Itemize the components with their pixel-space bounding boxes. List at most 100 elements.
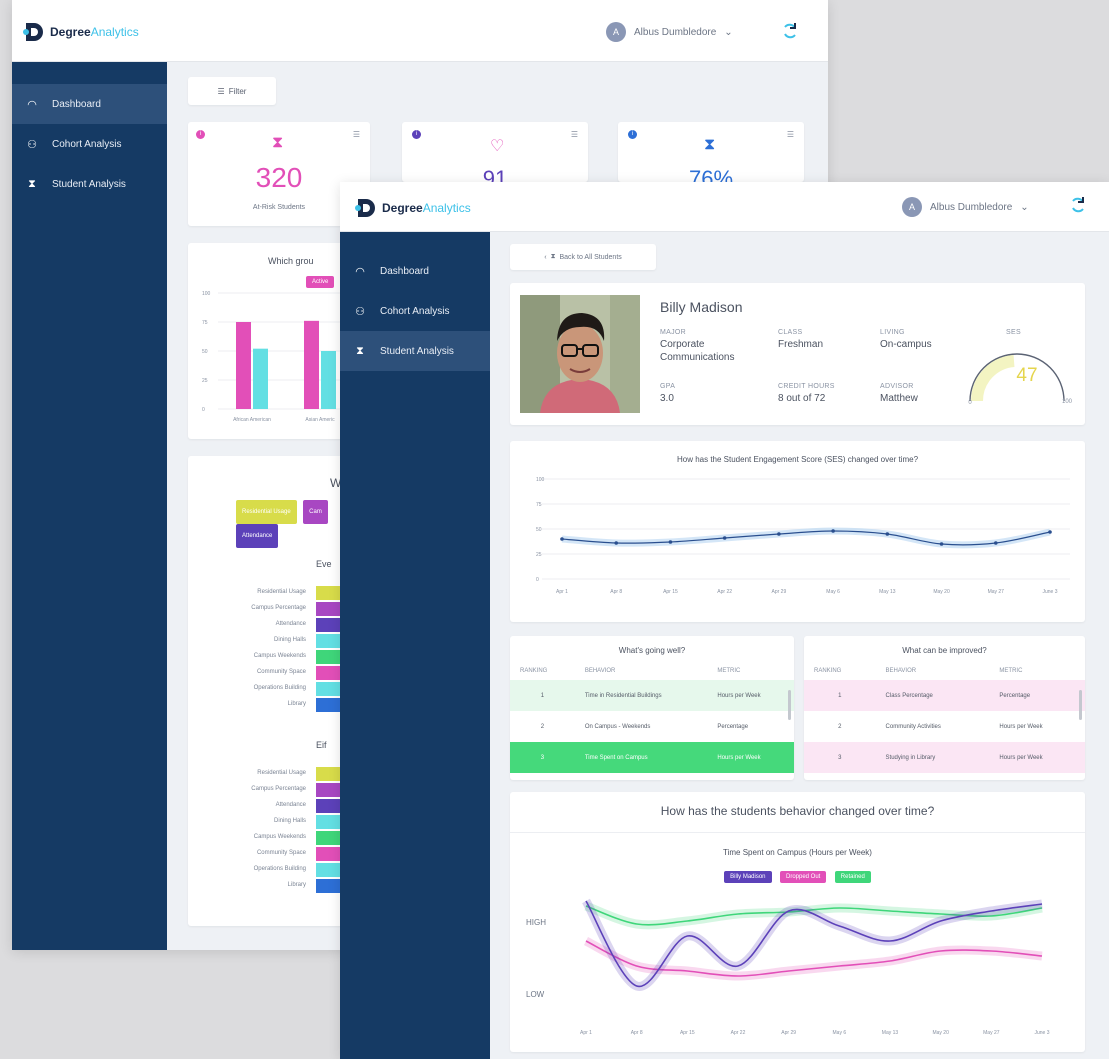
legend-chip[interactable]: Attendance: [236, 524, 279, 548]
table-cell: 1: [540, 692, 545, 699]
row-label: Campus Percentage: [251, 605, 306, 611]
x-tick-label: Apr 1: [580, 1030, 592, 1036]
legend-chip[interactable]: Dropped Out: [779, 871, 827, 883]
field-value: Corporate Communications: [660, 339, 735, 363]
y-tick-label: 75: [202, 320, 208, 326]
info-icon[interactable]: i: [628, 130, 637, 139]
y-tick-label: 50: [202, 349, 208, 355]
table-row[interactable]: 1 Class Percentage Percentage: [804, 680, 1085, 711]
top-bar: Degree Analytics A Albus Dumbledore ⌄: [340, 182, 1109, 232]
can-improve-card: What can be improved? RANKING BEHAVIOR M…: [804, 636, 1085, 780]
x-tick-label: June 3: [1042, 589, 1057, 595]
data-point: [668, 540, 673, 544]
logo-text-primary: Degree: [50, 25, 91, 39]
student-photo: [520, 295, 640, 413]
student-profile-card: Billy Madison MAJOR Corporate Communicat…: [510, 283, 1085, 425]
can-improve-table: RANKING BEHAVIOR METRIC 1 Class Percenta…: [804, 662, 1085, 773]
refresh-icon[interactable]: [782, 22, 798, 40]
chart-title: Which grou: [268, 256, 314, 266]
table-row[interactable]: 2 On Campus - Weekends Percentage: [510, 711, 794, 742]
people-icon: ⚇: [27, 138, 37, 151]
table-cell: Hours per Week: [717, 754, 761, 761]
x-tick-label: Apr 22: [731, 1030, 746, 1036]
nav-dashboard[interactable]: ◠ Dashboard: [12, 84, 167, 124]
y-tick-label: 25: [202, 378, 208, 384]
table-cell: Time Spent on Campus: [584, 754, 648, 761]
y-tick-label: 25: [536, 552, 542, 558]
table-cell: Community Activities: [885, 723, 941, 730]
legend: Residential Usage Cam Attendance: [236, 500, 356, 548]
hourglass-icon: ⧗: [550, 253, 556, 260]
row-label: Community Space: [256, 850, 306, 856]
student-name: Billy Madison: [660, 299, 743, 315]
table-row[interactable]: 2 Community Activities Hours per Week: [804, 711, 1085, 742]
nav-cohort-analysis[interactable]: ⚇ Cohort Analysis: [340, 291, 490, 331]
chevron-left-icon: ‹: [544, 253, 547, 261]
filter-icon[interactable]: ☰: [571, 130, 578, 139]
table-cell: Percentage: [999, 692, 1031, 699]
info-icon[interactable]: i: [196, 130, 205, 139]
legend-chip[interactable]: Residential Usage: [236, 500, 297, 524]
field-value: 3.0: [660, 393, 674, 404]
x-tick-label: May 13: [882, 1030, 899, 1036]
logo[interactable]: Degree Analytics: [354, 196, 471, 220]
column-header: METRIC: [717, 668, 741, 674]
filter-icon[interactable]: ☰: [787, 130, 794, 139]
scrollbar[interactable]: [1079, 690, 1082, 720]
nav-cohort-analysis[interactable]: ⚇ Cohort Analysis: [12, 124, 167, 164]
ses-label: SES: [1006, 329, 1021, 336]
field-major: MAJOR Corporate Communications: [660, 329, 768, 364]
chevron-down-icon: ⌄: [1020, 201, 1029, 213]
nav-label: Cohort Analysis: [52, 138, 122, 150]
back-link-label: Back to All Students: [559, 253, 622, 261]
logo[interactable]: Degree Analytics: [22, 20, 139, 44]
field-value: On-campus: [880, 339, 932, 350]
row-label: Dining Halls: [273, 637, 306, 643]
filter-icon[interactable]: ☰: [353, 130, 360, 139]
table-row[interactable]: 3 Time Spent on Campus Hours per Week: [510, 742, 794, 773]
nav-student-analysis[interactable]: ⧗ Student Analysis: [12, 164, 167, 204]
bar: [321, 351, 336, 409]
bar: [304, 320, 319, 409]
sidebar: ◠ Dashboard ⚇ Cohort Analysis ⧗ Student …: [340, 232, 490, 1059]
info-icon[interactable]: i: [412, 130, 421, 139]
nav-label: Dashboard: [380, 265, 429, 277]
legend-chip[interactable]: Cam: [303, 500, 328, 524]
table-header: RANKING BEHAVIOR METRIC: [804, 662, 1085, 680]
legend-chip[interactable]: Billy Madison: [724, 871, 772, 883]
hourglass-icon: ⧗: [356, 344, 364, 357]
nav-student-analysis[interactable]: ⧗ Student Analysis: [340, 331, 490, 371]
back-to-students-button[interactable]: ‹ ⧗ Back to All Students: [510, 244, 656, 270]
table-row[interactable]: 1 Time in Residential Buildings Hours pe…: [510, 680, 794, 711]
table-row[interactable]: 3 Studying in Library Hours per Week: [804, 742, 1085, 773]
nav-label: Student Analysis: [52, 178, 126, 190]
column-header: RANKING: [814, 668, 842, 674]
x-tick-label: May 27: [988, 589, 1005, 595]
filter-button[interactable]: ☰ Filter: [188, 77, 276, 105]
refresh-icon[interactable]: [1070, 196, 1086, 214]
legend-chip[interactable]: Retained: [834, 871, 871, 883]
user-menu[interactable]: A Albus Dumbledore ⌄: [606, 22, 733, 42]
table-cell: Hours per Week: [999, 754, 1043, 761]
field-value: 8 out of 72: [778, 393, 826, 404]
y-tick-label: 100: [202, 291, 211, 297]
x-tick-label: Apr 8: [631, 1030, 643, 1036]
user-menu[interactable]: A Albus Dumbledore ⌄: [902, 197, 1029, 217]
bar-chart: 100 75 50 25 0 African American Asian Americ: [202, 291, 348, 423]
data-point: [885, 532, 890, 536]
table-cell: 1: [838, 692, 842, 699]
table-cell: Time in Residential Buildings: [584, 692, 662, 699]
y-tick-label: 0: [536, 577, 539, 583]
table-cell: Hours per Week: [999, 723, 1043, 730]
scrollbar[interactable]: [788, 690, 791, 720]
chart-title: How has the Student Engagement Score (SE…: [676, 455, 919, 464]
x-tick-label: May 13: [879, 589, 896, 595]
x-tick-label: May 6: [833, 1030, 847, 1036]
field-advisor: ADVISOR Matthew: [880, 383, 918, 405]
stat-card-engagement: i ☰ ♡ 91: [402, 122, 588, 191]
row-label: Attendance: [275, 621, 306, 627]
row-label: Campus Percentage: [251, 786, 306, 792]
nav-label: Dashboard: [52, 98, 101, 110]
hourglass-icon: ⧗: [704, 136, 716, 153]
nav-dashboard[interactable]: ◠ Dashboard: [340, 251, 490, 291]
